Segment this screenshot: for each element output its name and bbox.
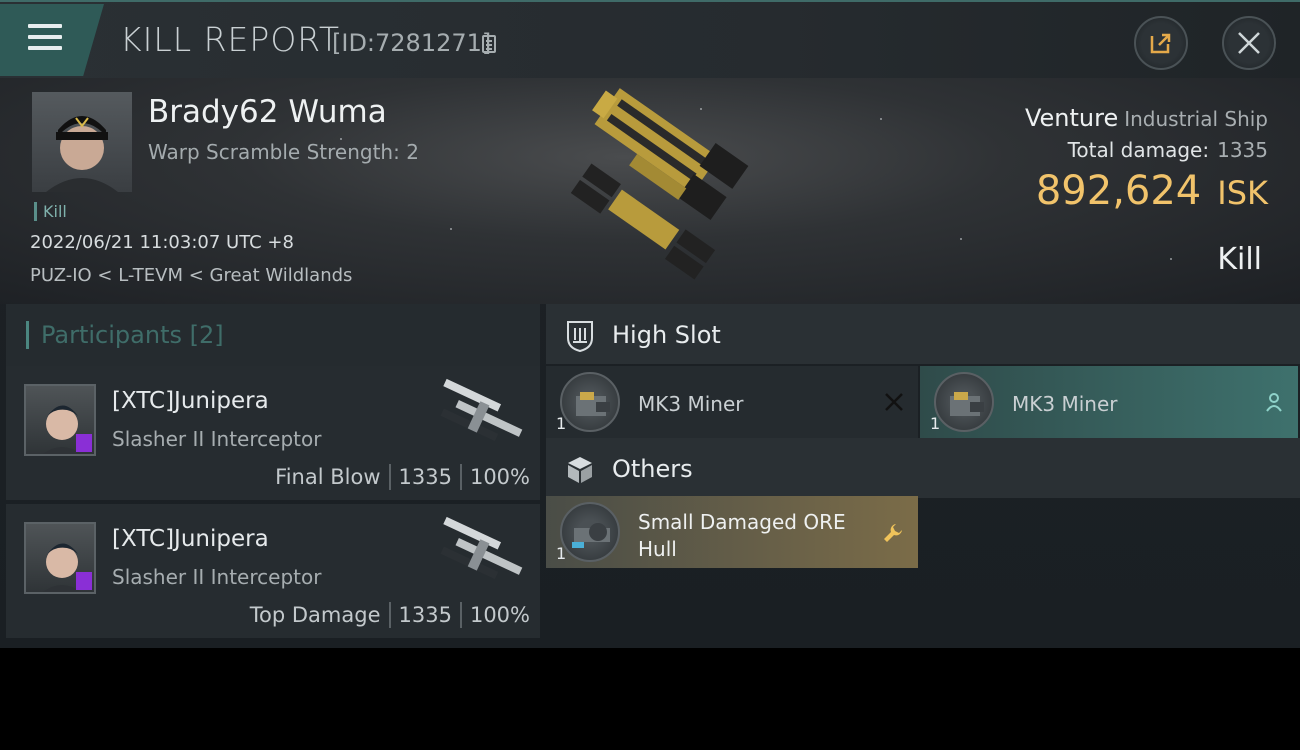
total-damage-value: 1335 [1217, 138, 1268, 162]
kill-location[interactable]: PUZ-IO < L-TEVM < Great Wildlands [30, 265, 352, 286]
item-name: MK3 Miner [638, 392, 744, 416]
participant-damage: 1335 [398, 465, 452, 489]
close-icon [1238, 32, 1260, 54]
share-icon [1150, 33, 1171, 54]
person-icon [1266, 393, 1282, 412]
high-slot-title: High Slot [612, 321, 721, 349]
copy-icon[interactable] [482, 35, 496, 53]
item-image [934, 372, 994, 432]
others-header: Others [546, 438, 1300, 498]
participants-title: Participants [2] [26, 321, 224, 349]
item-quantity: 1 [556, 414, 567, 433]
item-image [560, 502, 620, 562]
participants-title-text: Participants [41, 321, 182, 349]
total-damage-label: Total damage: [1067, 138, 1210, 162]
participants-count: [2] [189, 321, 224, 349]
participant-ship: Slasher II Interceptor [112, 565, 322, 589]
item-quantity: 1 [930, 414, 941, 433]
item-salvage[interactable]: 1 Small Damaged ORE Hull [546, 496, 918, 568]
menu-button[interactable] [0, 4, 104, 76]
total-damage: Total damage: 1335 [1068, 138, 1268, 162]
corp-badge-icon [76, 572, 92, 590]
participant-role: Final Blow [275, 465, 381, 489]
item-name: MK3 Miner [1012, 392, 1118, 416]
item-name: Small Damaged ORE Hull [638, 510, 846, 561]
isk-value: 892,624 ISK [1036, 168, 1268, 214]
high-slot-icon [567, 321, 593, 352]
victim-avatar[interactable] [32, 92, 132, 192]
close-button[interactable] [1222, 16, 1276, 70]
participant-percent: 100% [469, 465, 530, 489]
top-bar: KILL REPORT [ID:7281271] [0, 0, 1300, 78]
participant-role: Top Damage [249, 603, 381, 627]
participant-name: [XTC]Junipera [112, 526, 269, 552]
participant-row[interactable]: [XTC]Junipera Slasher II Interceptor Fin… [6, 366, 540, 500]
participant-stats: Top Damage 1335 100% [250, 602, 530, 628]
participants-header: Participants [2] [6, 304, 540, 366]
participant-ship-image [440, 516, 523, 580]
participant-name: [XTC]Junipera [112, 388, 269, 414]
kill-tag: Kill [34, 202, 67, 221]
item-image [560, 372, 620, 432]
participant-percent: 100% [469, 603, 530, 627]
ship-name-text: Venture [1024, 104, 1119, 132]
participant-ship-image [440, 378, 523, 442]
isk-amount: 892,624 [1035, 168, 1202, 214]
ship-class: Industrial Ship [1124, 107, 1268, 131]
kill-report-window: KILL REPORT [ID:7281271] Brady62 Wuma Wa… [0, 0, 1300, 648]
destroyed-icon [885, 393, 903, 411]
wrench-icon [884, 524, 902, 542]
victim-ship-image[interactable] [530, 86, 780, 286]
others-title: Others [612, 455, 693, 483]
fitting-panel: High Slot 1 MK3 Miner 1 MK3 Miner Others… [546, 304, 1300, 648]
item-quantity: 1 [556, 544, 567, 563]
isk-unit: ISK [1217, 174, 1268, 212]
victim-subtitle: Warp Scramble Strength: 2 [148, 140, 419, 164]
high-slot-header: High Slot [546, 304, 1300, 364]
participant-ship: Slasher II Interceptor [112, 427, 322, 451]
item-destroyed[interactable]: 1 MK3 Miner [546, 366, 918, 438]
corp-badge-icon [76, 434, 92, 452]
participant-stats: Final Blow 1335 100% [275, 464, 530, 490]
result-label: Kill [1217, 242, 1262, 277]
participant-damage: 1335 [398, 603, 452, 627]
victim-header: Brady62 Wuma Warp Scramble Strength: 2 K… [0, 78, 1300, 304]
participants-panel: Participants [2] [XTC]Junipera Slasher I… [6, 304, 540, 648]
victim-ship-name[interactable]: Venture Industrial Ship [1025, 104, 1268, 132]
page-title: KILL REPORT [120, 20, 340, 59]
participant-row[interactable]: [XTC]Junipera Slasher II Interceptor Top… [6, 504, 540, 638]
kill-datetime: 2022/06/21 11:03:07 UTC +8 [30, 232, 294, 253]
cube-icon [568, 457, 592, 483]
share-button[interactable] [1134, 16, 1188, 70]
participant-avatar[interactable] [24, 384, 96, 456]
participant-avatar[interactable] [24, 522, 96, 594]
item-dropped[interactable]: 1 MK3 Miner [920, 366, 1298, 438]
victim-name[interactable]: Brady62 Wuma [148, 94, 387, 130]
report-id: [ID:7281271] [332, 29, 492, 57]
